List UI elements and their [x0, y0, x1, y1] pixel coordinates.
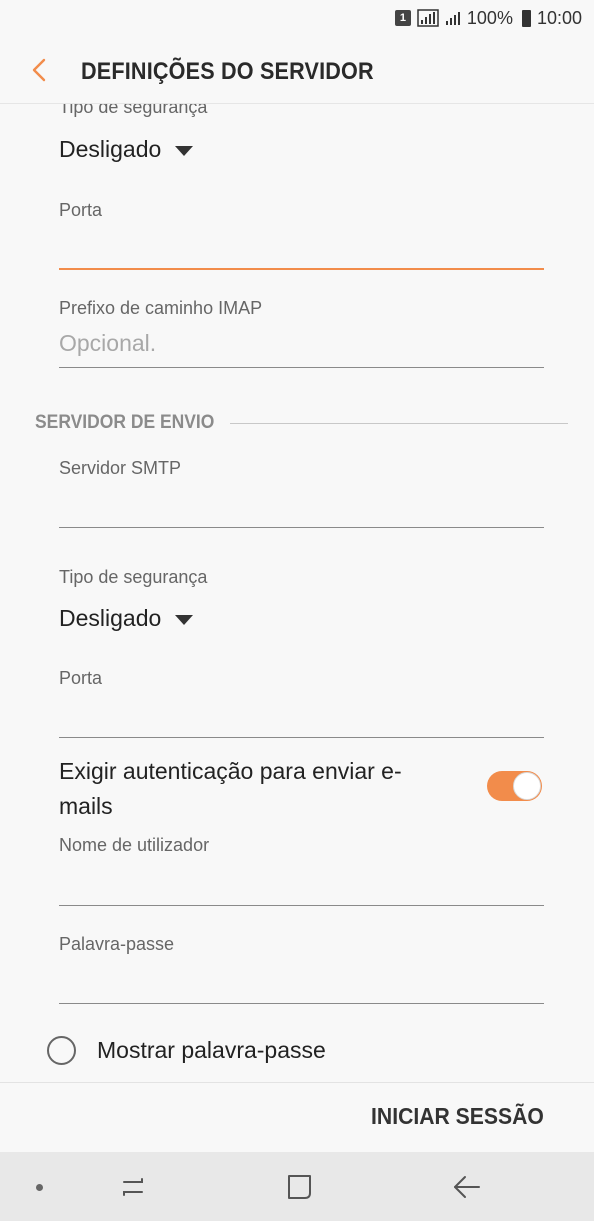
page-title: DEFINIÇÕES DO SERVIDOR [81, 58, 374, 85]
outgoing-port-underline [59, 737, 544, 738]
home-icon [288, 1175, 311, 1199]
checkbox-circle-icon [47, 1036, 76, 1065]
signal-strength-icon [417, 9, 439, 27]
incoming-port-underline [59, 268, 544, 270]
incoming-port-input[interactable] [59, 232, 544, 268]
sign-in-button[interactable]: INICIAR SESSÃO [371, 1103, 544, 1130]
outgoing-server-section-header: SERVIDOR DE ENVIO [35, 412, 568, 434]
nav-back-button[interactable] [452, 1174, 482, 1200]
username-label: Nome de utilizador [59, 835, 210, 855]
require-auth-toggle[interactable] [487, 771, 542, 801]
chevron-left-icon [32, 58, 46, 82]
password-input[interactable] [59, 966, 544, 1002]
smtp-server-underline [59, 527, 544, 528]
smtp-server-label: Servidor SMTP [59, 458, 182, 478]
sim-badge: 1 [394, 10, 411, 26]
signal-bars-icon [445, 10, 461, 26]
app-header: DEFINIÇÕES DO SERVIDOR [0, 36, 594, 104]
status-bar: 1 100% 10:00 [0, 0, 594, 36]
dropdown-arrow-icon [175, 614, 194, 625]
battery-icon [521, 9, 531, 27]
outgoing-security-dropdown[interactable]: Desligado [59, 605, 194, 632]
password-underline [59, 1003, 544, 1004]
smtp-server-input[interactable] [59, 490, 544, 526]
imap-prefix-underline [59, 367, 544, 368]
server-settings-form: Tipo de segurança Desligado Porta Prefix… [0, 104, 594, 1082]
username-underline [59, 905, 544, 906]
incoming-security-value: Desligado [59, 136, 162, 162]
outgoing-port-input[interactable] [59, 700, 544, 736]
action-bar: INICIAR SESSÃO [0, 1082, 594, 1152]
nav-dot-icon [36, 1184, 43, 1191]
username-input[interactable] [59, 868, 544, 904]
toggle-knob [513, 772, 541, 800]
incoming-port-label: Porta [59, 200, 103, 220]
clock: 10:00 [536, 7, 582, 28]
section-title: SERVIDOR DE ENVIO [35, 412, 215, 433]
dropdown-arrow-icon [175, 145, 194, 156]
incoming-security-label: Tipo de segurança [59, 104, 208, 117]
battery-percent: 100% [466, 7, 513, 28]
outgoing-port-label: Porta [59, 668, 103, 688]
imap-prefix-input[interactable]: Opcional. [59, 330, 156, 357]
outgoing-security-value: Desligado [59, 605, 162, 631]
back-arrow-icon [454, 1176, 480, 1198]
outgoing-security-label: Tipo de segurança [59, 567, 208, 587]
home-button[interactable] [285, 1174, 315, 1200]
recent-apps-icon [123, 1178, 143, 1196]
password-label: Palavra-passe [59, 934, 175, 954]
incoming-security-dropdown[interactable]: Desligado [59, 136, 194, 163]
show-password-checkbox[interactable]: Mostrar palavra-passe [47, 1036, 326, 1065]
imap-prefix-label: Prefixo de caminho IMAP [59, 298, 263, 318]
section-divider [229, 422, 568, 424]
system-nav-bar [0, 1152, 594, 1221]
screen: 1 100% 10:00 DEFINIÇÕES DO SERVIDOR Tipo… [0, 0, 594, 1221]
recent-apps-button[interactable] [118, 1174, 148, 1200]
show-password-label: Mostrar palavra-passe [97, 1037, 326, 1063]
back-button[interactable] [26, 56, 54, 84]
require-auth-label: Exigir autenticação para enviar e-mails [59, 758, 402, 819]
